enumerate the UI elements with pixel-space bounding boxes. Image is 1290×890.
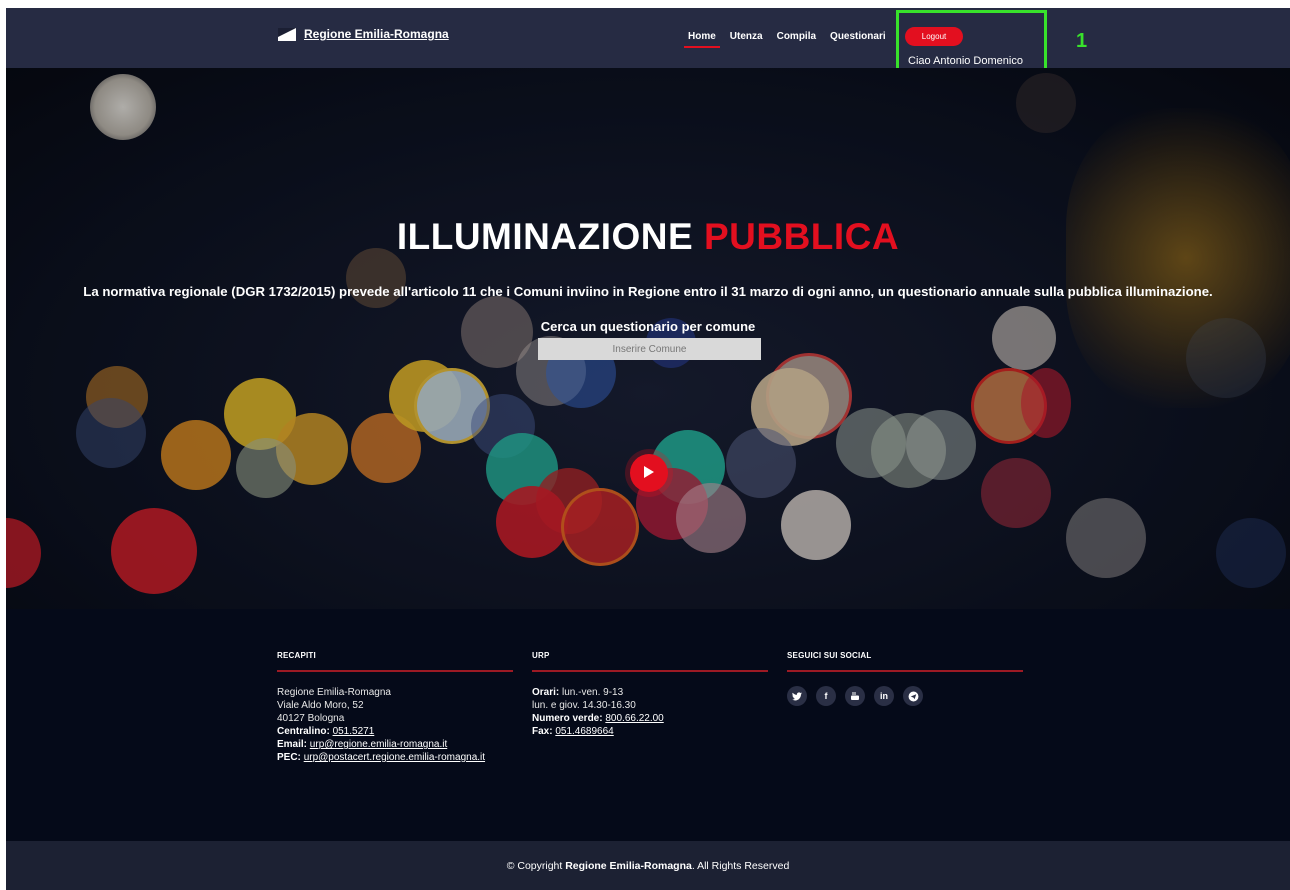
- hero-section: ILLUMINAZIONE PUBBLICA La normativa regi…: [6, 68, 1290, 609]
- play-icon: [644, 466, 654, 478]
- centralino-row: Centralino: 051.5271: [277, 725, 513, 738]
- orari-label: Orari:: [532, 687, 560, 698]
- nav-compila[interactable]: Compila: [777, 31, 816, 48]
- pec-link[interactable]: urp@postacert.regione.emilia-romagna.it: [304, 752, 485, 763]
- copyright-prefix: © Copyright: [506, 860, 563, 872]
- user-greeting: Ciao Antonio Domenico: [908, 55, 1023, 67]
- browser-frame: Regione Emilia-Romagna Home Utenza Compi…: [6, 8, 1290, 890]
- centralino-label: Centralino:: [277, 726, 330, 737]
- fax-label: Fax:: [532, 726, 553, 737]
- youtube-icon[interactable]: [845, 686, 865, 706]
- orari-row-2: lun. e giov. 14.30-16.30: [532, 700, 636, 711]
- recapiti-line-1: Regione Emilia-Romagna: [277, 687, 391, 698]
- pec-label: PEC:: [277, 752, 301, 763]
- recapiti-line-2: Viale Aldo Moro, 52: [277, 700, 364, 711]
- top-navbar: Regione Emilia-Romagna Home Utenza Compi…: [6, 8, 1290, 68]
- centralino-link[interactable]: 051.5271: [333, 726, 375, 737]
- brand-link[interactable]: Regione Emilia-Romagna: [278, 27, 449, 41]
- social-heading: SEGUICI SUI SOCIAL: [787, 651, 1023, 672]
- numero-verde-label: Numero verde:: [532, 713, 603, 724]
- region-logo-icon: [278, 27, 296, 41]
- copyright-suffix: . All Rights Reserved: [691, 860, 790, 872]
- footer-col-recapiti: RECAPITI Regione Emilia-Romagna Viale Al…: [277, 651, 513, 764]
- play-video-button[interactable]: [630, 454, 668, 492]
- email-label: Email:: [277, 739, 308, 750]
- copyright-bar: © Copyright Regione Emilia-Romagna. All …: [6, 841, 1290, 890]
- hero-title-main: ILLUMINAZIONE: [396, 216, 694, 257]
- email-row: Email: urp@regione.emilia-romagna.it: [277, 738, 513, 751]
- fax-row: Fax: 051.4689664: [532, 725, 768, 738]
- email-link[interactable]: urp@regione.emilia-romagna.it: [310, 739, 447, 750]
- linkedin-icon[interactable]: in: [874, 686, 894, 706]
- hero-title-accent: PUBBLICA: [703, 216, 900, 257]
- hero-title: ILLUMINAZIONE PUBBLICA: [6, 216, 1290, 258]
- fax-link[interactable]: 051.4689664: [555, 726, 613, 737]
- annotation-number: 1: [1076, 30, 1088, 52]
- comune-search-input[interactable]: [538, 338, 761, 360]
- site-footer: RECAPITI Regione Emilia-Romagna Viale Al…: [6, 609, 1290, 841]
- orari-row: Orari: lun.-ven. 9-13: [532, 686, 768, 699]
- hero-subtitle: La normativa regionale (DGR 1732/2015) p…: [83, 284, 1213, 299]
- numero-verde-link[interactable]: 800.66.22.00: [605, 713, 663, 724]
- logout-button[interactable]: Logout: [905, 27, 963, 46]
- nav-questionari[interactable]: Questionari: [830, 31, 886, 48]
- brand-name: Regione Emilia-Romagna: [304, 27, 449, 41]
- copyright-brand: Regione Emilia-Romagna: [565, 860, 692, 872]
- numero-verde-row: Numero verde: 800.66.22.00: [532, 712, 768, 725]
- recapiti-heading: RECAPITI: [277, 651, 513, 672]
- twitter-icon[interactable]: [787, 686, 807, 706]
- pec-row: PEC: urp@postacert.regione.emilia-romagn…: [277, 751, 513, 764]
- social-links: f in: [787, 686, 1023, 706]
- facebook-icon[interactable]: f: [816, 686, 836, 706]
- search-label: Cerca un questionario per comune: [540, 319, 756, 334]
- nav-utenza[interactable]: Utenza: [730, 31, 763, 48]
- footer-col-social: SEGUICI SUI SOCIAL f in: [787, 651, 1023, 706]
- urp-heading: URP: [532, 651, 768, 672]
- orari-value: lun.-ven. 9-13: [562, 687, 624, 698]
- recapiti-line-3: 40127 Bologna: [277, 713, 345, 724]
- telegram-icon[interactable]: [903, 686, 923, 706]
- main-nav: Home Utenza Compila Questionari: [684, 31, 886, 48]
- nav-home[interactable]: Home: [684, 31, 720, 48]
- footer-col-urp: URP Orari: lun.-ven. 9-13 lun. e giov. 1…: [532, 651, 768, 738]
